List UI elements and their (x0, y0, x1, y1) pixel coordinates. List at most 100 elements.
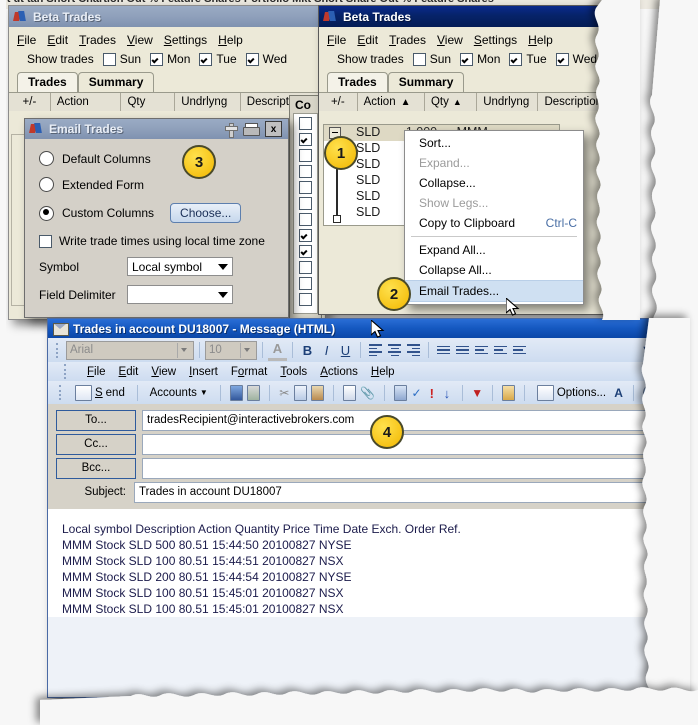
menubar-left[interactable]: File Edit Trades View Settings Help (9, 27, 325, 50)
copy-icon[interactable] (293, 384, 308, 401)
chooser-item[interactable] (294, 213, 317, 229)
line-spacing-icon[interactable] (510, 341, 529, 359)
menuitem-sort[interactable]: Sort... (405, 133, 583, 153)
checkbox-icon[interactable] (412, 52, 426, 66)
tab-summary[interactable]: Summary (387, 72, 465, 92)
chevron-down-icon[interactable] (240, 342, 253, 358)
checkbox-icon[interactable] (460, 52, 474, 66)
align-right-icon[interactable] (404, 341, 423, 359)
bcc-button[interactable]: Bcc... (56, 457, 136, 479)
menu-trades[interactable]: Trades (389, 33, 426, 47)
chooser-item[interactable] (294, 149, 317, 165)
menuitem-collapse[interactable]: Collapse... (405, 173, 583, 193)
chooser-item[interactable] (294, 181, 317, 197)
save-icon[interactable] (229, 384, 243, 401)
toolbar-grip[interactable] (59, 385, 64, 400)
tab-trades[interactable]: Trades (327, 72, 388, 92)
col-qty[interactable]: Qty ▲ (425, 93, 478, 111)
low-importance-icon[interactable]: ↓ (441, 386, 452, 401)
day-checkbox-mon[interactable]: Mon (150, 52, 190, 66)
chooser-item[interactable] (294, 117, 317, 133)
menuitem-email-trades[interactable]: Email Trades... (405, 280, 583, 302)
checkbox-icon[interactable] (299, 133, 312, 146)
email-trades-dialog[interactable]: Email Trades x Default Columns Extended … (24, 118, 289, 318)
flag-icon[interactable]: ▼ (471, 386, 483, 400)
tabstrip-left[interactable]: Trades Summary (9, 72, 325, 92)
outlook-message-window[interactable]: Trades in account DU18007 - Message (HTM… (47, 318, 657, 698)
print-icon[interactable] (246, 384, 260, 401)
cc-button[interactable]: Cc... (56, 433, 136, 455)
menu-edit[interactable]: Edit (47, 33, 68, 47)
menuitem-collapse-all[interactable]: Collapse All... (405, 260, 583, 280)
checkbox-icon[interactable] (299, 277, 312, 290)
subject-field[interactable]: Trades in account DU18007 (134, 481, 648, 503)
checkbox-icon[interactable] (299, 229, 312, 242)
menu-file[interactable]: File (17, 33, 36, 47)
attach-icon[interactable]: 📎 (360, 386, 375, 400)
col-action[interactable]: Action ▲ (358, 93, 425, 111)
message-body[interactable]: Local symbol Description Action Quantity… (48, 509, 656, 617)
align-center-icon[interactable] (385, 341, 404, 359)
radio-icon[interactable] (39, 151, 54, 166)
paste-icon[interactable] (311, 384, 325, 401)
checkbox-icon[interactable] (299, 213, 312, 226)
send-button[interactable]: Send (72, 384, 128, 402)
day-checkbox-sun[interactable]: Sun (102, 52, 141, 66)
menu-help[interactable]: Help (528, 33, 553, 47)
checkbox-icon[interactable] (299, 293, 312, 306)
checkbox-icon[interactable] (199, 52, 213, 66)
italic-icon[interactable]: I (317, 341, 336, 359)
menu-insert[interactable]: Insert (189, 366, 218, 378)
bcc-field[interactable] (142, 457, 648, 479)
font-scale-icon[interactable]: A (613, 386, 624, 400)
menu-help[interactable]: Help (371, 366, 395, 378)
checkbox-icon[interactable] (299, 165, 312, 178)
pin-icon[interactable] (225, 122, 238, 138)
chooser-item[interactable] (294, 277, 317, 293)
toolbar-grip[interactable] (56, 342, 62, 358)
checkbox-icon[interactable] (299, 181, 312, 194)
address-book-icon[interactable] (393, 384, 407, 401)
high-importance-icon[interactable]: ! (426, 386, 437, 401)
bullet-list-icon[interactable] (434, 341, 453, 359)
outlook-standard-toolbar[interactable]: Send Accounts ▼ ✂ 📎 ✓ ! ↓ ▼ Options... A (48, 381, 657, 404)
font-size-dropdown[interactable]: 10 (205, 340, 257, 360)
local-timezone-checkbox-row[interactable]: Write trade times using local time zone (39, 234, 276, 248)
checkbox-icon[interactable] (555, 52, 569, 66)
col-plusminus[interactable]: +/- (9, 93, 51, 111)
trades-context-menu[interactable]: Sort... Expand... Collapse... Show Legs.… (404, 130, 584, 305)
checkbox-icon[interactable] (245, 52, 259, 66)
underline-icon[interactable]: U (336, 341, 355, 359)
chooser-item[interactable] (294, 293, 317, 309)
col-plusminus[interactable]: +/- (319, 93, 358, 111)
checkbox-icon[interactable] (299, 117, 312, 130)
numbered-list-icon[interactable] (453, 341, 472, 359)
checkbox-icon[interactable] (102, 52, 116, 66)
checkbox-icon[interactable] (299, 149, 312, 162)
chooser-item[interactable] (294, 245, 317, 261)
day-checkbox-wed[interactable]: Wed (555, 52, 597, 66)
radio-icon[interactable] (39, 177, 54, 192)
menu-view[interactable]: View (127, 33, 153, 47)
toolbar-overflow-icon[interactable]: ▼ (641, 344, 652, 356)
day-checkbox-tue[interactable]: Tue (509, 52, 547, 66)
col-undrlyng[interactable]: Undrlyng (477, 93, 539, 111)
menu-file[interactable]: File (87, 366, 106, 378)
menu-settings[interactable]: Settings (164, 33, 207, 47)
tabstrip-right[interactable]: Trades Summary (319, 72, 609, 92)
checkbox-icon[interactable] (299, 197, 312, 210)
col-action[interactable]: Action (51, 93, 122, 111)
format-painter-icon[interactable] (342, 384, 357, 401)
check-names-icon[interactable]: ✓ (411, 386, 422, 400)
menubar-right[interactable]: File Edit Trades View Settings Help (319, 27, 609, 50)
decrease-indent-icon[interactable] (472, 341, 491, 359)
checkbox-icon[interactable] (299, 261, 312, 274)
email-dialog-titlebar[interactable]: Email Trades x (25, 119, 288, 139)
checkbox-icon[interactable] (39, 234, 52, 248)
chooser-item[interactable] (294, 229, 317, 245)
font-name-dropdown[interactable]: Arial (66, 340, 194, 360)
align-left-icon[interactable] (366, 341, 385, 359)
menuitem-expand-all[interactable]: Expand All... (405, 240, 583, 260)
to-button[interactable]: To... (56, 409, 136, 431)
chooser-item[interactable] (294, 197, 317, 213)
